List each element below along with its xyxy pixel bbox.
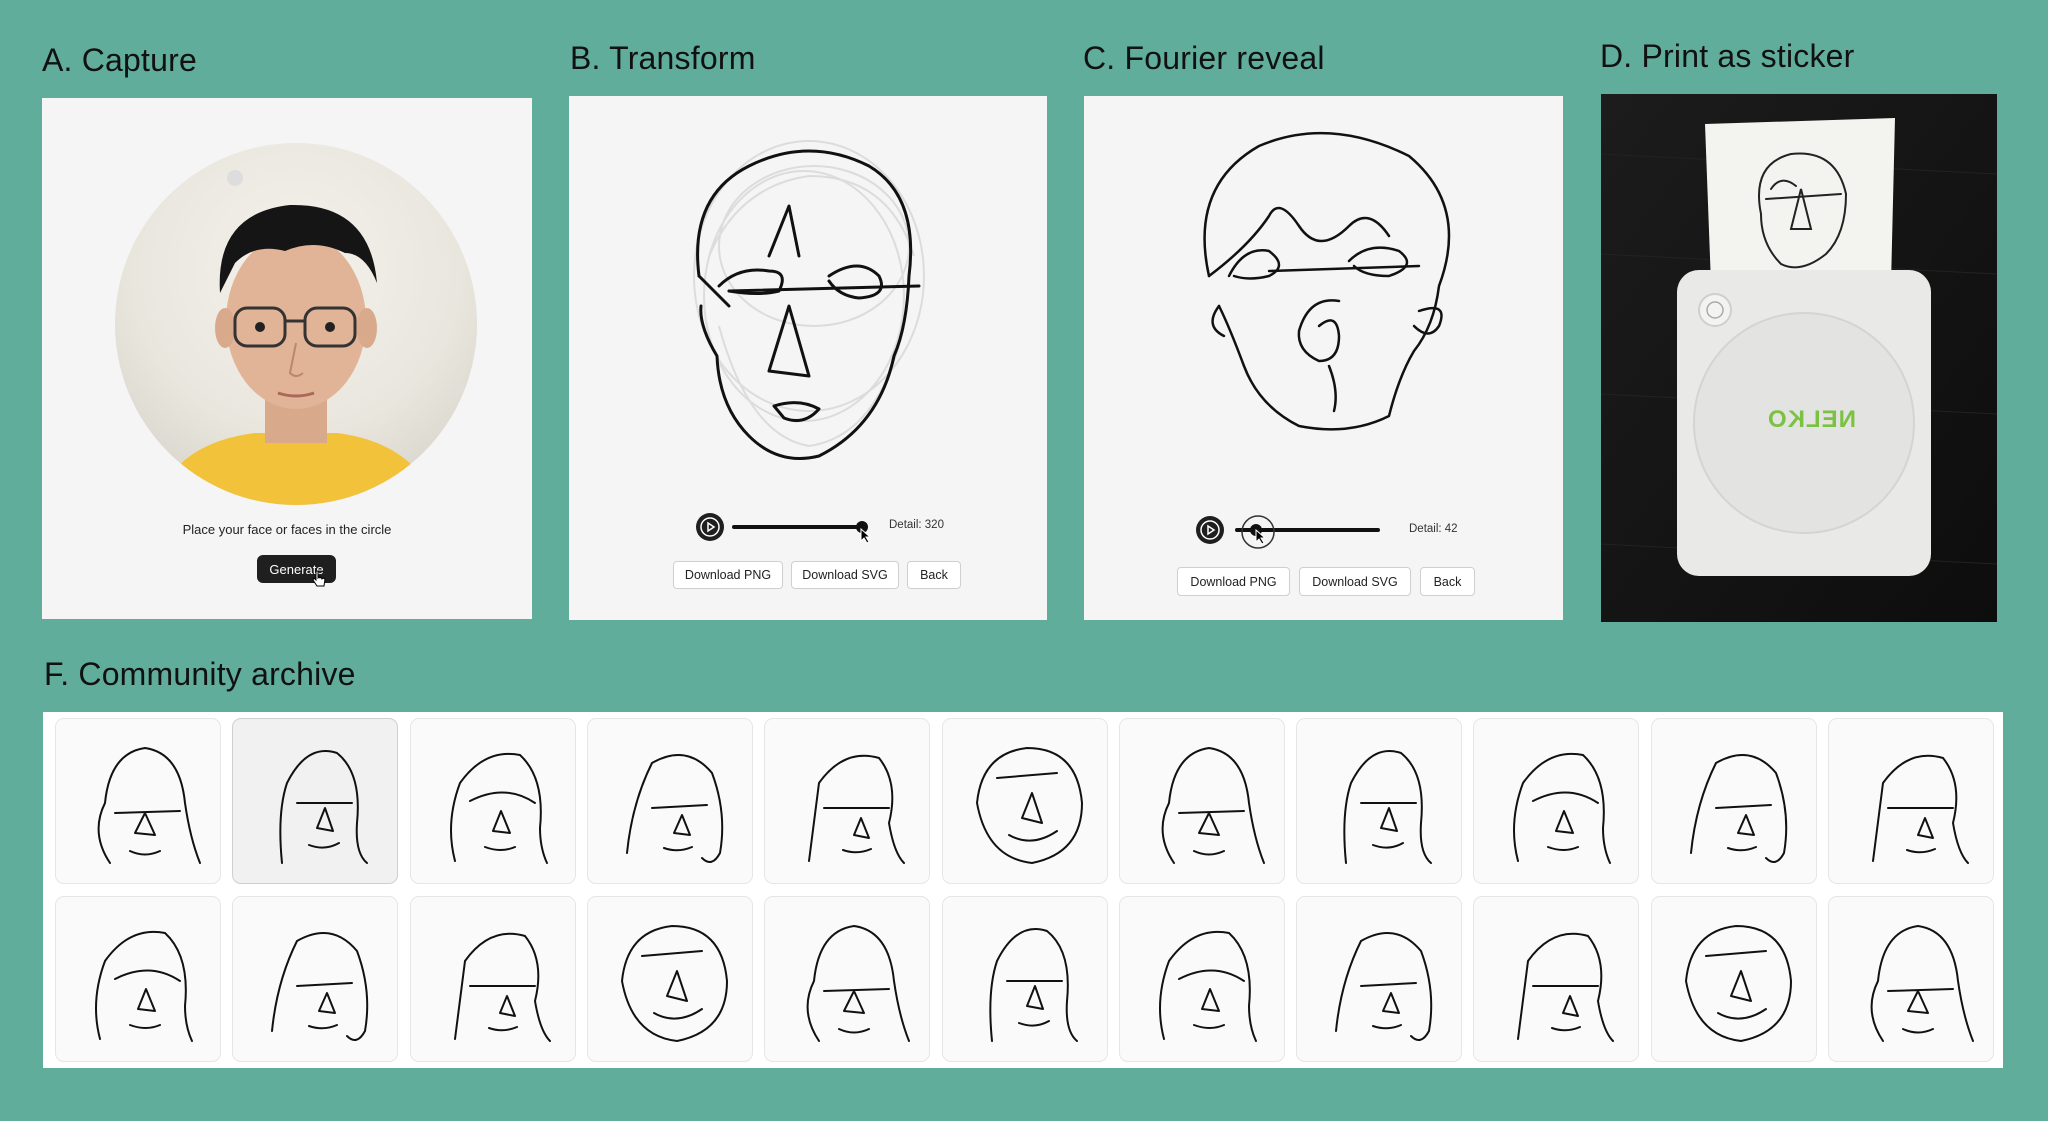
play-button-fourier[interactable] bbox=[1196, 516, 1224, 544]
archive-thumbnail[interactable] bbox=[232, 718, 399, 884]
archive-thumbnail[interactable] bbox=[1828, 896, 1994, 1062]
fourier-drawing-preview bbox=[1203, 131, 1451, 431]
back-button[interactable]: Back bbox=[907, 561, 961, 589]
face-line-drawing bbox=[806, 925, 911, 1042]
face-line-drawing bbox=[279, 750, 369, 864]
sticker-printer-image bbox=[1601, 94, 1997, 622]
section-title-capture: A. Capture bbox=[42, 42, 197, 78]
section-title-print: D. Print as sticker bbox=[1600, 38, 1855, 74]
archive-thumbnail[interactable] bbox=[409, 896, 576, 1062]
face-line-drawing bbox=[449, 752, 548, 864]
transform-panel: Detail: 320 Download PNG Download SVG Ba… bbox=[569, 96, 1047, 620]
face-line-drawing bbox=[453, 932, 551, 1042]
community-archive-grid bbox=[43, 712, 2003, 1068]
archive-thumbnail[interactable] bbox=[55, 896, 221, 1062]
face-line-drawing bbox=[1335, 932, 1433, 1041]
download-png-button[interactable]: Download PNG bbox=[673, 561, 783, 589]
download-png-button-fourier[interactable]: Download PNG bbox=[1177, 567, 1290, 596]
face-line-drawing bbox=[1870, 925, 1974, 1042]
archive-thumbnail[interactable] bbox=[764, 896, 931, 1062]
arrow-cursor-icon bbox=[860, 528, 872, 544]
archive-thumbnail[interactable] bbox=[764, 718, 931, 884]
archive-thumbnail[interactable] bbox=[1296, 718, 1463, 884]
hand-cursor-icon bbox=[312, 570, 326, 587]
archive-thumbnail[interactable] bbox=[1118, 896, 1285, 1062]
play-icon bbox=[700, 517, 720, 537]
back-button-fourier[interactable]: Back bbox=[1420, 567, 1475, 596]
click-indicator-icon bbox=[1241, 515, 1275, 549]
play-button[interactable] bbox=[696, 513, 724, 541]
camera-preview bbox=[115, 143, 477, 505]
printer-brand-logo: NELKO bbox=[1767, 406, 1856, 433]
face-photo bbox=[155, 170, 437, 505]
face-line-drawing bbox=[1689, 754, 1787, 863]
archive-thumbnail[interactable] bbox=[232, 896, 399, 1062]
face-line-drawing bbox=[808, 754, 906, 864]
capture-panel: Place your face or faces in the circle G… bbox=[42, 98, 532, 619]
archive-thumbnail[interactable] bbox=[1473, 896, 1640, 1062]
archive-thumbnail[interactable] bbox=[1473, 718, 1640, 884]
face-line-drawing bbox=[1872, 754, 1969, 864]
archive-thumbnail[interactable] bbox=[1650, 896, 1817, 1062]
face-line-drawing bbox=[620, 925, 728, 1042]
face-line-drawing bbox=[988, 928, 1078, 1042]
archive-thumbnail[interactable] bbox=[1296, 896, 1463, 1062]
download-svg-button-fourier[interactable]: Download SVG bbox=[1299, 567, 1411, 596]
face-line-drawing bbox=[1513, 752, 1612, 864]
face-line-drawing bbox=[1343, 750, 1433, 864]
face-line-drawing bbox=[1517, 932, 1615, 1042]
face-line-drawing bbox=[95, 930, 193, 1042]
section-title-transform: B. Transform bbox=[570, 40, 756, 76]
detail-slider[interactable] bbox=[732, 525, 862, 529]
face-line-drawing bbox=[1161, 747, 1265, 864]
detail-readout: Detail: 320 bbox=[889, 519, 944, 531]
detail-readout-fourier: Detail: 42 bbox=[1409, 523, 1458, 535]
printer-photo: NELKO bbox=[1601, 94, 1997, 622]
archive-thumbnail[interactable] bbox=[409, 718, 576, 884]
section-title-archive: F. Community archive bbox=[44, 656, 356, 692]
archive-thumbnail[interactable] bbox=[1828, 718, 1994, 884]
archive-thumbnail[interactable] bbox=[1118, 718, 1285, 884]
archive-thumbnail[interactable] bbox=[586, 896, 753, 1062]
face-line-drawing bbox=[975, 747, 1083, 864]
section-title-fourier: C. Fourier reveal bbox=[1083, 40, 1325, 76]
face-line-drawing bbox=[271, 932, 369, 1041]
face-line-drawing bbox=[1684, 925, 1792, 1042]
fourier-panel: Detail: 42 Download PNG Download SVG Bac… bbox=[1084, 96, 1563, 620]
download-svg-button[interactable]: Download SVG bbox=[791, 561, 899, 589]
play-icon bbox=[1200, 520, 1220, 540]
face-line-drawing bbox=[97, 747, 201, 864]
archive-thumbnail[interactable] bbox=[55, 718, 221, 884]
archive-thumbnail[interactable] bbox=[1650, 718, 1817, 884]
line-drawing-preview bbox=[693, 140, 925, 460]
capture-hint: Place your face or faces in the circle bbox=[182, 522, 392, 537]
archive-thumbnail[interactable] bbox=[941, 896, 1108, 1062]
archive-thumbnail[interactable] bbox=[586, 718, 753, 884]
archive-thumbnail[interactable] bbox=[941, 718, 1108, 884]
face-line-drawing bbox=[625, 754, 724, 863]
face-line-drawing bbox=[1158, 930, 1257, 1042]
